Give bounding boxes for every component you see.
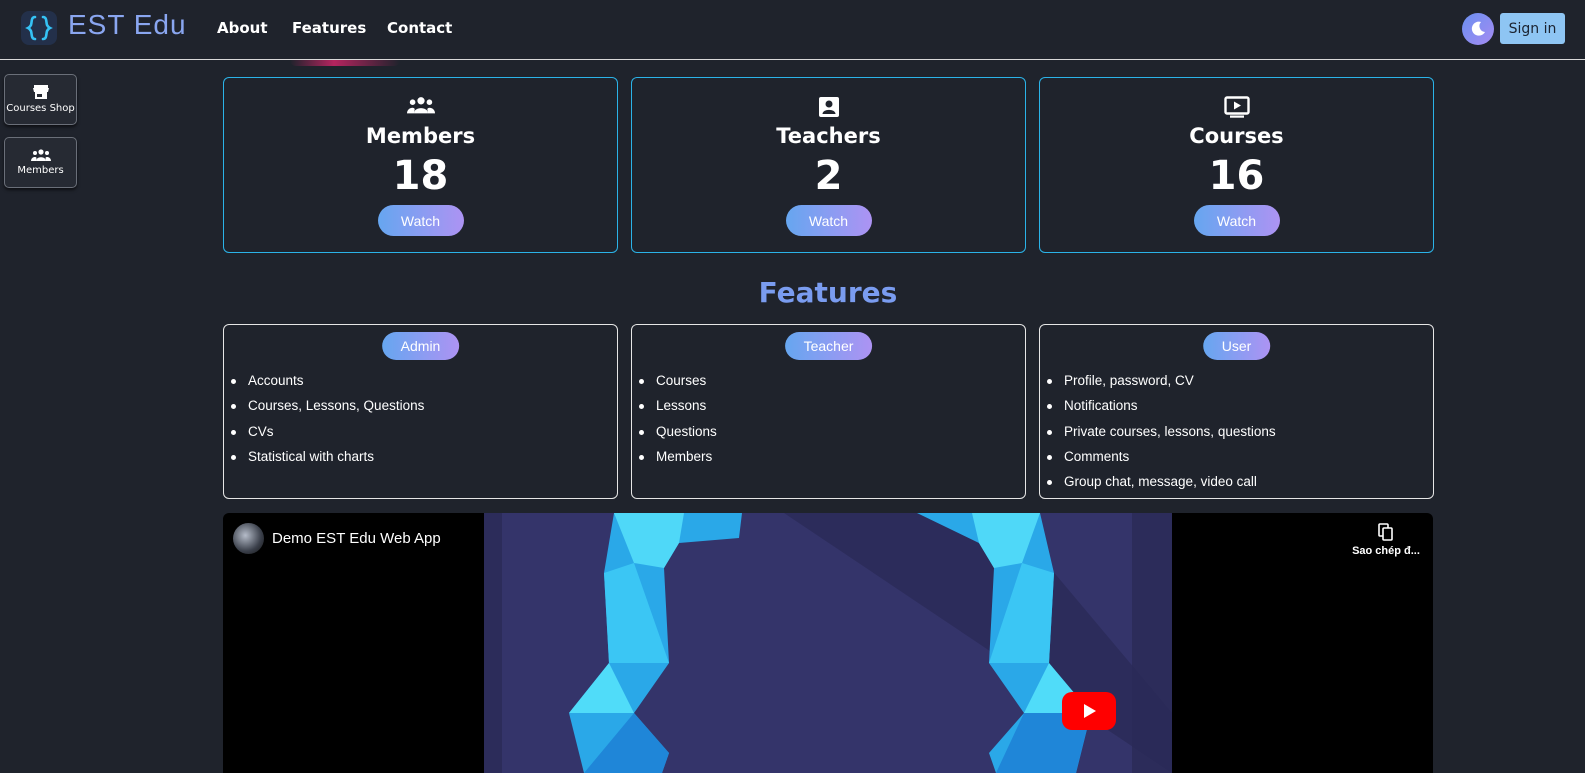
list-item: Courses [639,371,717,396]
list-item: Group chat, message, video call [1047,472,1276,497]
list-item: Notifications [1047,396,1276,421]
teacher-badge-icon [818,97,839,117]
stat-value: 2 [814,153,843,199]
video-thumbnail [484,513,1172,773]
courses-stat-card: Courses 16 Watch [1039,77,1434,253]
courses-shop-label: Courses Shop [6,103,75,114]
copy-link-button[interactable]: Sao chép đ... [1351,523,1421,557]
features-heading: Features [758,276,898,309]
watch-teachers-button[interactable]: Watch [785,205,872,236]
list-item: CVs [230,422,424,447]
list-item: Questions [639,422,717,447]
teacher-features-card: Teacher Courses Lessons Questions Member… [631,324,1026,499]
list-item: Lessons [639,396,717,421]
list-item: Statistical with charts [230,447,424,472]
brand-name[interactable]: EST Edu [68,9,187,41]
watch-members-button[interactable]: Watch [377,205,464,236]
nav-contact[interactable]: Contact [387,19,452,37]
nav-about[interactable]: About [217,19,268,37]
people-icon [406,97,435,114]
role-badge-teacher[interactable]: Teacher [784,332,873,360]
theme-toggle-button[interactable] [1462,13,1494,45]
sign-in-button[interactable]: Sign in [1500,13,1565,44]
admin-features-card: Admin Accounts Courses, Lessons, Questio… [223,324,618,499]
role-badge-user[interactable]: User [1202,332,1271,360]
user-features-card: User Profile, password, CV Notifications… [1039,324,1434,499]
video-play-icon [1223,96,1250,118]
stat-title: Courses [1189,124,1284,148]
youtube-play-button[interactable] [1062,692,1116,730]
play-icon [1084,704,1096,718]
list-item: Courses, Lessons, Questions [230,396,424,421]
stat-title: Members [365,124,476,148]
feature-list: Accounts Courses, Lessons, Questions CVs… [230,371,424,472]
list-item: Private courses, lessons, questions [1047,422,1276,447]
list-item: Comments [1047,447,1276,472]
teachers-stat-card: Teachers 2 Watch [631,77,1026,253]
feature-list: Profile, password, CV Notifications Priv… [1047,371,1276,497]
copy-icon [1378,523,1393,541]
stat-title: Teachers [776,124,881,148]
list-item: Profile, password, CV [1047,371,1276,396]
nav-features[interactable]: Features [292,19,366,37]
members-label: Members [17,165,64,176]
members-stat-card: Members 18 Watch [223,77,618,253]
store-icon [32,85,49,99]
courses-shop-button[interactable]: Courses Shop [4,74,77,125]
list-item: Accounts [230,371,424,396]
stat-value: 18 [392,153,449,199]
video-title[interactable]: Demo EST Edu Web App [272,530,441,547]
role-badge-admin[interactable]: Admin [381,332,460,360]
hero-image-edge [290,60,400,66]
feature-list: Courses Lessons Questions Members [639,371,717,472]
people-icon [30,149,51,161]
watch-courses-button[interactable]: Watch [1193,205,1280,236]
members-button[interactable]: Members [4,137,77,188]
channel-avatar[interactable] [233,523,264,554]
stat-value: 16 [1208,153,1265,199]
top-nav-bar: EST Edu About Features Contact Sign in [0,0,1585,60]
list-item: Members [639,447,717,472]
logo-icon[interactable] [21,11,57,45]
moon-icon [1471,21,1485,36]
copy-link-label: Sao chép đ... [1352,545,1420,557]
video-player[interactable]: Demo EST Edu Web App Sao chép đ... [223,513,1433,773]
